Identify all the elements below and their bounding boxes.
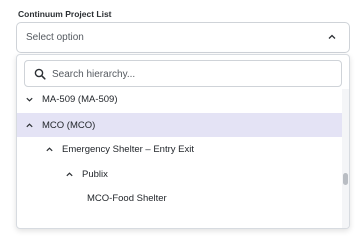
select-value: Select option [26,32,84,43]
tree-item-emergency-shelter[interactable]: Emergency Shelter – Entry Exit [17,137,343,161]
chevron-up-icon[interactable] [45,145,54,154]
tree-item-mco[interactable]: MCO (MCO) [17,113,343,137]
tree-item-mco-food-shelter[interactable]: MCO-Food Shelter [17,186,343,210]
search-field[interactable] [24,60,342,87]
hierarchy-dropdown: MA-509 (MA-509) MCO (MCO) Emergency Shel… [16,54,350,229]
tree-item-label: MCO-Food Shelter [87,192,167,204]
chevron-up-icon[interactable] [65,170,74,179]
chevron-up-icon[interactable] [327,32,337,42]
tree-item-label: MCO (MCO) [42,119,96,131]
continuum-project-select[interactable]: Select option [16,22,350,53]
chevron-up-icon[interactable] [25,121,34,130]
tree-scrollbar[interactable] [342,89,349,228]
chevron-down-icon[interactable] [25,95,34,104]
search-icon [34,68,46,80]
tree-item-label: Publix [82,168,108,180]
tree-item-ma-509[interactable]: MA-509 (MA-509) [17,87,343,111]
hierarchy-tree: MA-509 (MA-509) MCO (MCO) Emergency Shel… [17,87,343,228]
search-input[interactable] [52,65,332,83]
tree-item-label: Emergency Shelter – Entry Exit [62,143,194,155]
tree-item-label: MA-509 (MA-509) [42,93,118,105]
tree-item-publix[interactable]: Publix [17,162,343,186]
scrollbar-thumb[interactable] [343,173,348,185]
field-label: Continuum Project List [18,9,112,19]
